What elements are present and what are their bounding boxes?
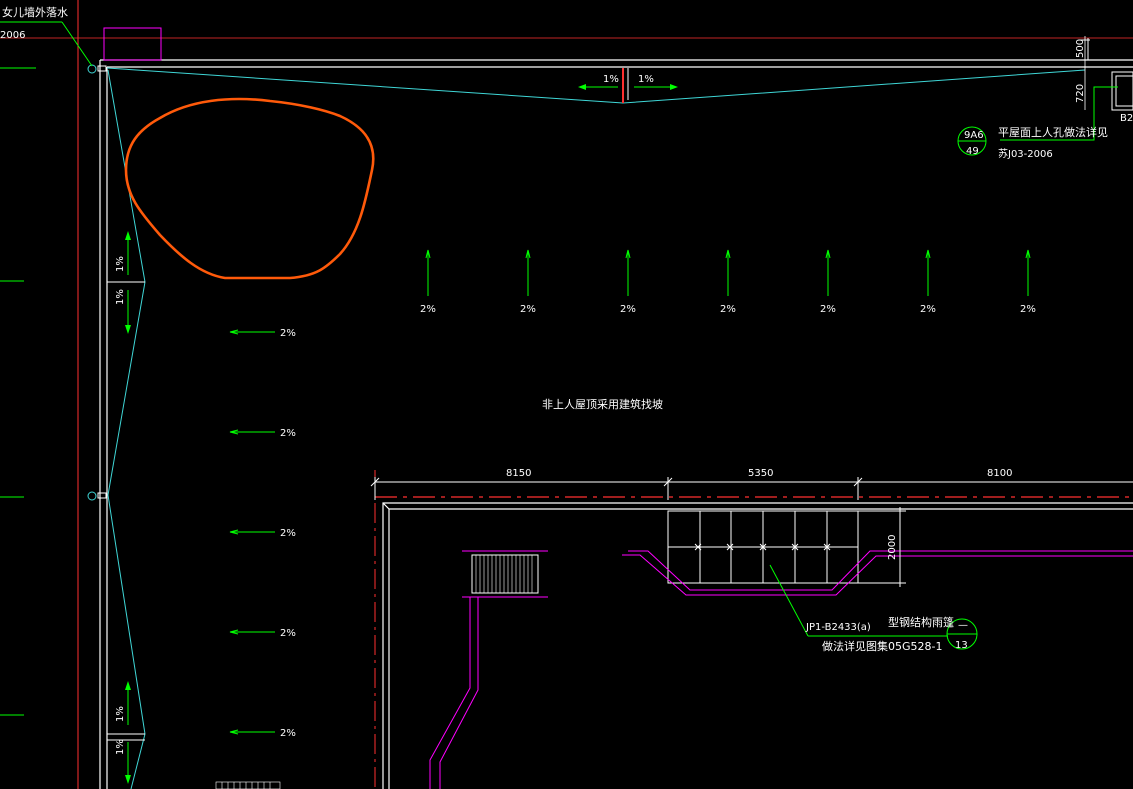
slope-row-label-6: 2% bbox=[920, 304, 936, 315]
vertical-slope-label-1: 1% bbox=[115, 256, 126, 272]
canopy-note: — 13 JP1-B2433(a) 型钢结构雨篷 做法详见图集05G528-1 bbox=[769, 564, 978, 653]
vertical-slope-label-4: 1% bbox=[115, 739, 126, 755]
slope-column-markers bbox=[229, 329, 275, 735]
slope-column-labels: 2% 2% 2% 2% 2% bbox=[280, 328, 296, 739]
top-slope-markers: 1% 1% bbox=[578, 68, 678, 103]
center-note: 非上人屋顶采用建筑找坡 bbox=[542, 397, 663, 411]
steel-canopy bbox=[622, 507, 1133, 596]
markup-cloud bbox=[124, 97, 375, 280]
hatch-symbol-top: 9A6 bbox=[964, 130, 984, 141]
beam-code: JP1-B2433(a) bbox=[805, 622, 871, 633]
dim-5350-label: 5350 bbox=[748, 468, 773, 479]
slope-column-label-5: 2% bbox=[280, 728, 296, 739]
slope-column-label-2: 2% bbox=[280, 428, 296, 439]
slope-row-label-2: 2% bbox=[520, 304, 536, 315]
canopy-symbol-top: — bbox=[958, 620, 968, 631]
vertical-slope-markers: 1% 1% 1% 1% bbox=[115, 231, 131, 784]
roof-plan-drawing: 1% 1% 1% 1% 1% 1% 2% 2% 2% 2% 2% 2% 2% 2… bbox=[0, 0, 1133, 789]
parapet-drain-label: 女儿墙外落水 bbox=[2, 5, 68, 19]
dim-8100-label: 8100 bbox=[987, 468, 1012, 479]
valley-lines bbox=[106, 67, 1086, 789]
slope-row-markers bbox=[425, 249, 1031, 296]
stair bbox=[429, 550, 548, 789]
slope-row-labels: 2% 2% 2% 2% 2% 2% 2% bbox=[420, 304, 1036, 315]
hatch-reference: 500 720 B2 9A6 49 平屋面上人孔做法详见 苏J03-2006 bbox=[957, 36, 1133, 160]
hatch-symbol-bottom: 49 bbox=[966, 146, 979, 157]
slope-label-top-right: 1% bbox=[638, 74, 654, 85]
slope-label-top-left: 1% bbox=[603, 74, 619, 85]
slope-row-label-5: 2% bbox=[820, 304, 836, 315]
lower-dimension-line bbox=[370, 477, 1133, 500]
dim-8150-label: 8150 bbox=[506, 468, 531, 479]
slope-column-label-3: 2% bbox=[280, 528, 296, 539]
edge-tag: B2 bbox=[1120, 113, 1133, 124]
drain-middle-left bbox=[87, 491, 97, 501]
lower-building-outline bbox=[382, 502, 1133, 789]
canopy-symbol-bottom: 13 bbox=[955, 640, 968, 651]
beam-note: 型钢结构雨篷 bbox=[888, 615, 954, 629]
hatch-note: 平屋面上人孔做法详见 bbox=[998, 125, 1108, 139]
vertical-slope-label-3: 1% bbox=[115, 706, 126, 722]
slope-row-label-1: 2% bbox=[420, 304, 436, 315]
dim-500-label: 500 bbox=[1075, 39, 1086, 58]
slope-row-label-3: 2% bbox=[620, 304, 636, 315]
dim-720-label: 720 bbox=[1075, 84, 1086, 103]
slope-column-label-4: 2% bbox=[280, 628, 296, 639]
hatch-ref-std: 苏J03-2006 bbox=[998, 147, 1053, 160]
bottom-grate bbox=[215, 781, 281, 789]
parapet-drain-year: 2006 bbox=[0, 30, 25, 41]
slope-row-label-7: 2% bbox=[1020, 304, 1036, 315]
axis-lines bbox=[0, 0, 1133, 789]
beam-detail-note: 做法详见图集05G528-1 bbox=[822, 639, 942, 653]
vertical-slope-label-2: 1% bbox=[115, 289, 126, 305]
roof-drains bbox=[87, 64, 107, 501]
slope-column-label-1: 2% bbox=[280, 328, 296, 339]
dim-2000-label: 2000 bbox=[887, 535, 898, 560]
slope-row-label-4: 2% bbox=[720, 304, 736, 315]
drain-top-left bbox=[87, 64, 97, 74]
